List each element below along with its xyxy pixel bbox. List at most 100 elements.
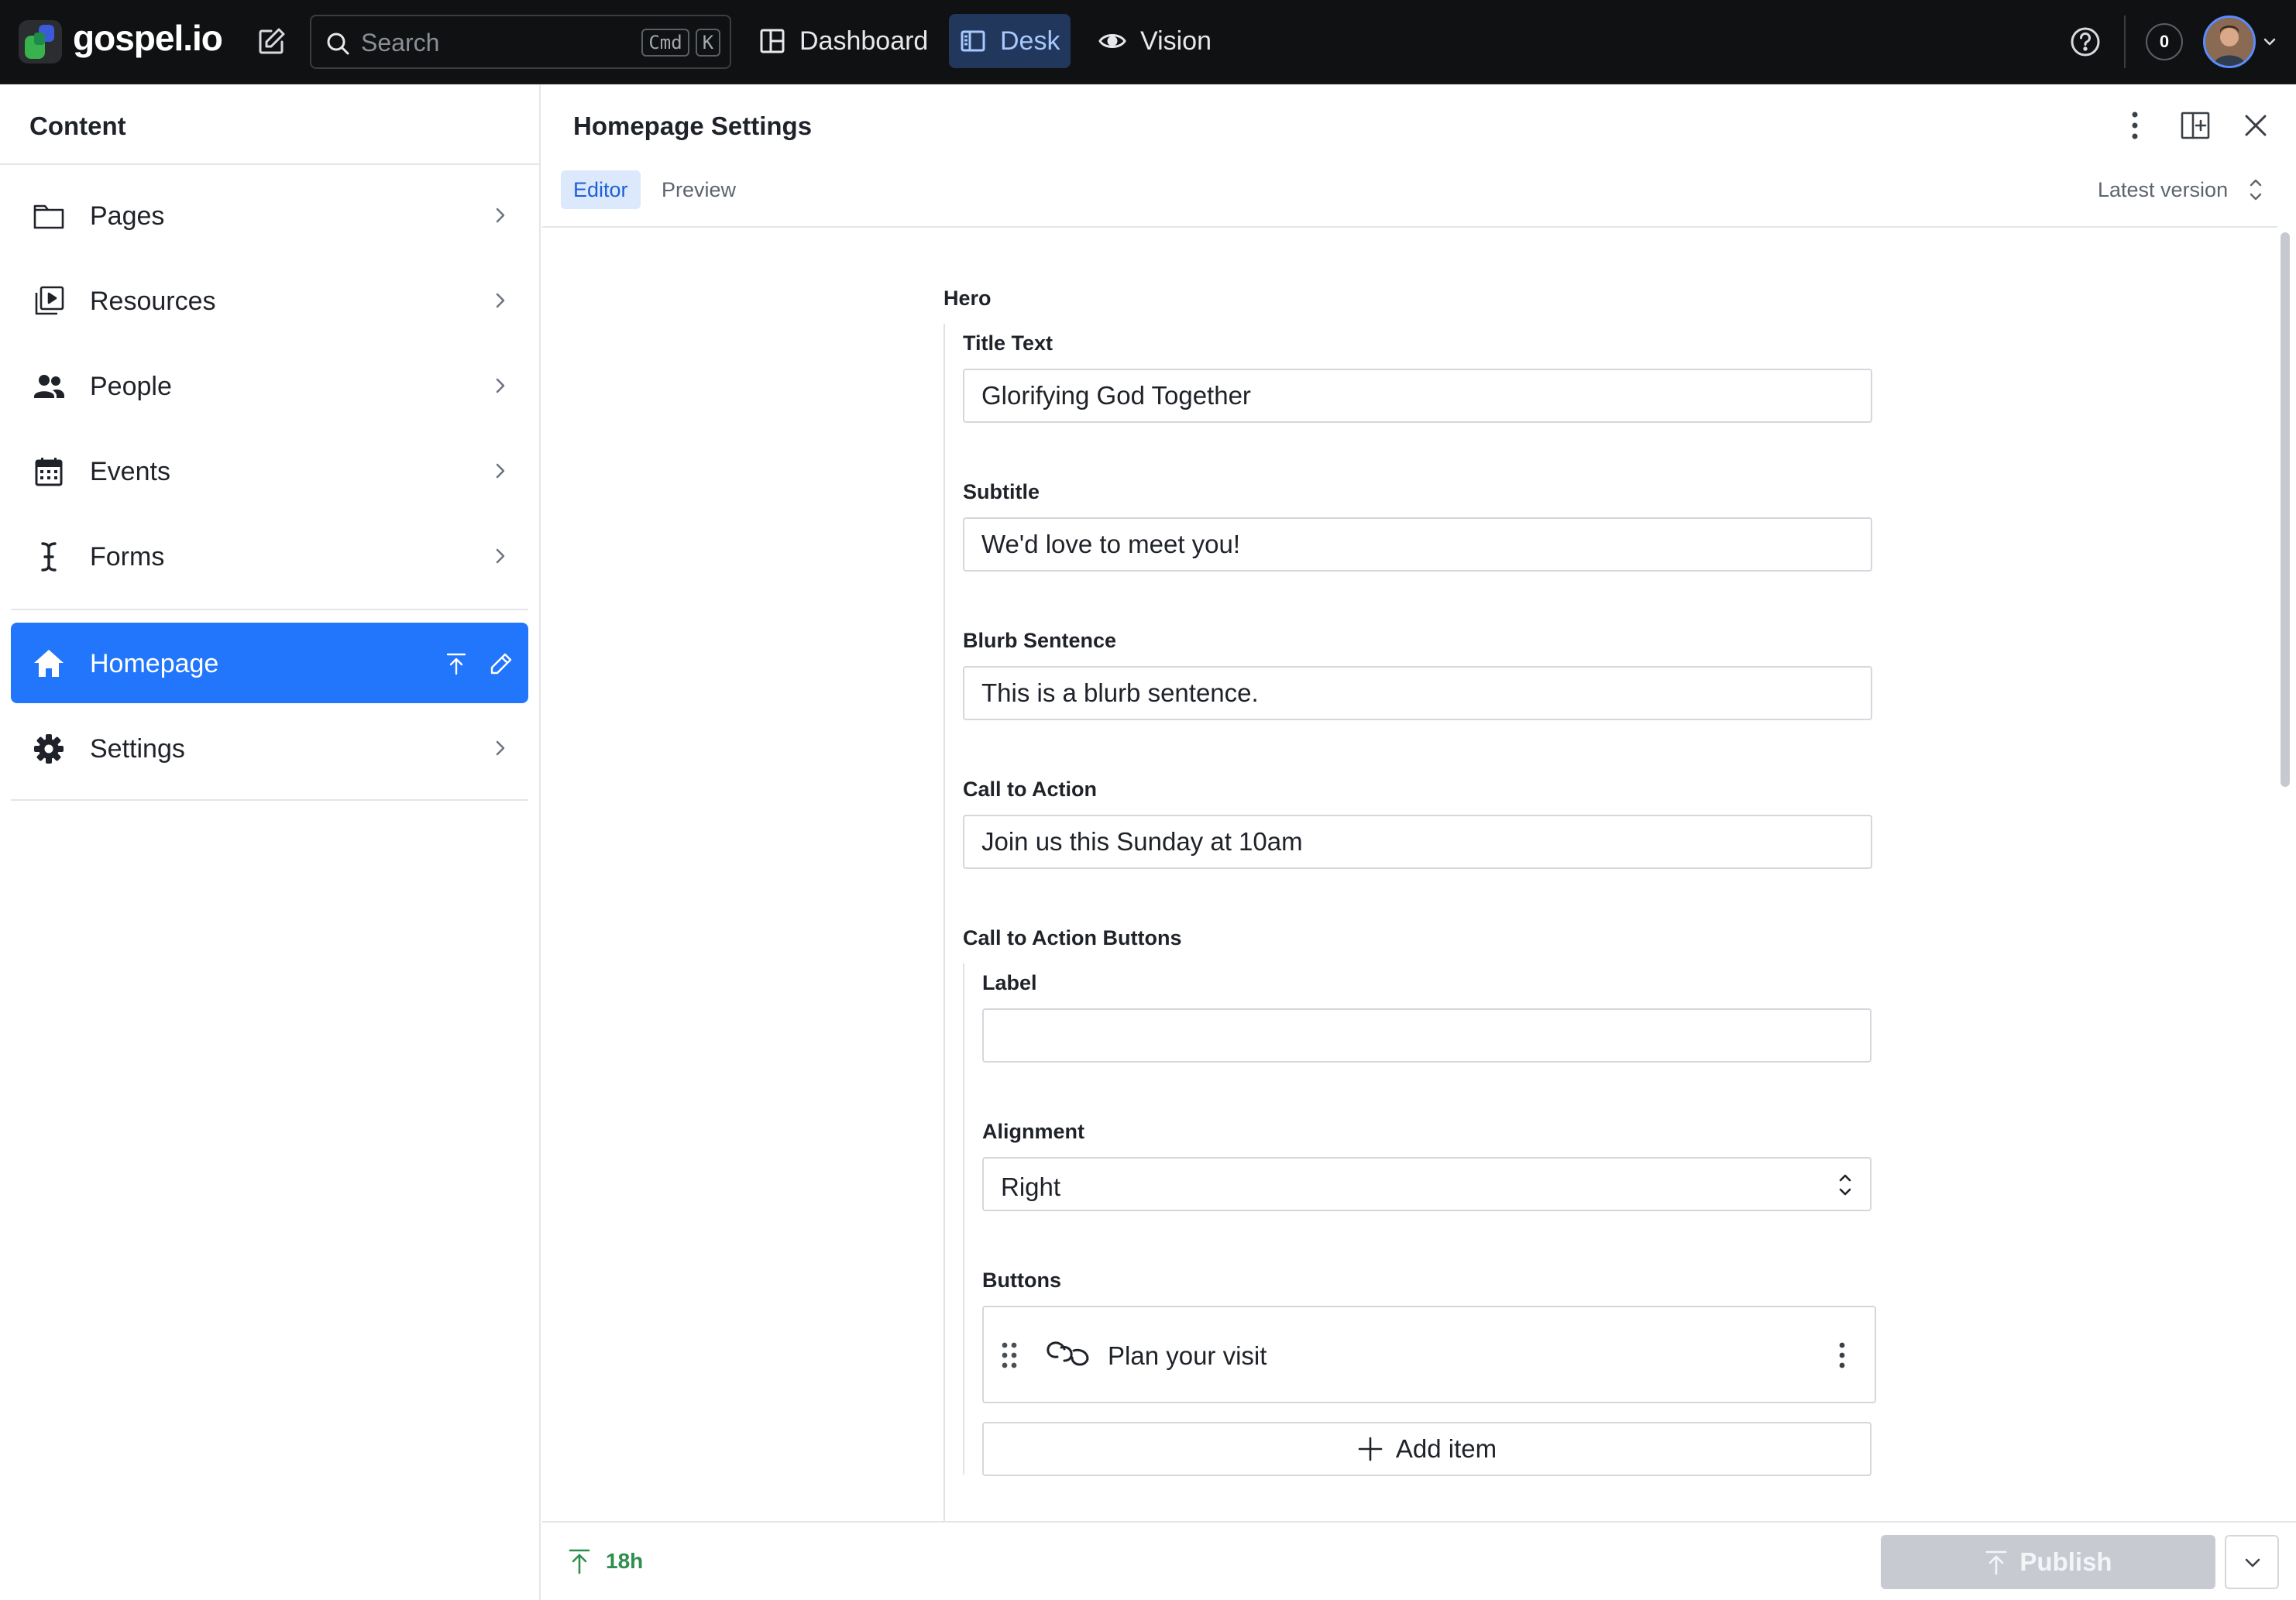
split-pane-icon[interactable]: [2180, 110, 2211, 141]
list-item[interactable]: Plan your visit: [982, 1306, 1876, 1403]
button-label-input[interactable]: [982, 1008, 1872, 1063]
dashboard-icon: [760, 29, 785, 53]
publish-button[interactable]: Publish: [1881, 1535, 2215, 1589]
publish-label: Publish: [2019, 1547, 2112, 1576]
plus-icon: [1358, 1437, 1383, 1461]
help-icon[interactable]: [2068, 25, 2102, 59]
avatar[interactable]: [2203, 15, 2256, 68]
tab-preview[interactable]: Preview: [649, 170, 748, 209]
eye-icon: [1098, 34, 1126, 48]
alignment-select[interactable]: Right: [982, 1157, 1872, 1211]
media-library-icon: [35, 286, 64, 315]
tab-editor[interactable]: Editor: [561, 170, 641, 209]
sidebar-item-label: Settings: [90, 734, 185, 764]
shortcut-k-key: K: [696, 29, 720, 57]
close-icon[interactable]: [2240, 110, 2271, 141]
publish-status: 18h: [567, 1547, 643, 1575]
button-label-label: Label: [982, 971, 1037, 994]
sidebar-item-resources[interactable]: Resources: [11, 260, 528, 341]
folder-icon: [33, 204, 64, 229]
scrollbar-thumb[interactable]: [2281, 232, 2290, 787]
home-icon: [34, 650, 64, 677]
tab-vision[interactable]: Vision: [1088, 14, 1222, 68]
desk-icon: [961, 30, 985, 52]
sidebar-item-label: Homepage: [90, 649, 219, 678]
search-input[interactable]: [361, 26, 624, 60]
chevron-right-icon: [496, 293, 505, 308]
sidebar-item-label: People: [90, 372, 172, 401]
title-text-label: Title Text: [963, 331, 1053, 355]
alignment-value: Right: [1001, 1173, 1061, 1201]
subtitle-input[interactable]: [963, 517, 1872, 572]
tab-desk-label: Desk: [1000, 26, 1060, 56]
sidebar-item-events[interactable]: Events: [11, 431, 528, 511]
app-logo-text[interactable]: gospel.io: [73, 17, 223, 59]
chevron-down-icon: [2245, 1558, 2260, 1567]
add-item-button[interactable]: Add item: [982, 1422, 1872, 1476]
search-box[interactable]: Cmd K: [310, 15, 731, 69]
divider: [11, 609, 528, 610]
topbar-divider: [2124, 15, 2126, 68]
compose-icon[interactable]: [256, 26, 287, 57]
hero-nest-line: [943, 324, 945, 1521]
subtitle-label: Subtitle: [963, 480, 1040, 503]
search-icon: [327, 33, 349, 55]
tab-vision-label: Vision: [1140, 26, 1212, 56]
sidebar-item-homepage[interactable]: Homepage: [11, 623, 528, 703]
buttons-label: Buttons: [982, 1269, 1061, 1292]
cta-buttons-label: Call to Action Buttons: [963, 926, 1182, 949]
chevron-right-icon: [496, 208, 505, 223]
version-selector[interactable]: Latest version: [2098, 178, 2228, 202]
publish-icon[interactable]: [443, 651, 469, 677]
divider: [11, 799, 528, 801]
more-vertical-icon[interactable]: [1837, 1341, 1847, 1369]
chevron-up-down-icon[interactable]: [2246, 177, 2265, 203]
publish-icon: [1986, 1550, 2007, 1575]
add-item-label: Add item: [1395, 1434, 1497, 1463]
more-vertical-icon[interactable]: [2119, 108, 2150, 142]
sidebar-title: Content: [29, 112, 126, 140]
status-time: 18h: [606, 1549, 644, 1573]
sidebar-item-pages[interactable]: Pages: [11, 175, 528, 256]
logo-icon[interactable]: [19, 20, 62, 64]
shortcut-cmd-key: Cmd: [641, 29, 689, 57]
sidebar-item-label: Pages: [90, 201, 165, 231]
alignment-label: Alignment: [982, 1120, 1084, 1143]
text-cursor-icon: [41, 542, 57, 572]
publish-options-button[interactable]: [2225, 1535, 2279, 1589]
calendar-icon: [35, 458, 63, 486]
tab-dashboard-label: Dashboard: [799, 26, 929, 56]
blurb-sentence-input[interactable]: [963, 666, 1872, 720]
sidebar-item-people[interactable]: People: [11, 345, 528, 426]
drag-handle-icon[interactable]: [1001, 1341, 1018, 1369]
divider: [0, 163, 541, 165]
title-text-input[interactable]: [963, 369, 1872, 423]
tab-dashboard[interactable]: Dashboard: [748, 14, 939, 68]
chevron-right-icon: [496, 378, 505, 393]
cta-buttons-nest-line: [963, 963, 964, 1475]
call-to-action-label: Call to Action: [963, 778, 1097, 801]
top-bar: gospel.io Cmd K Dashboard Desk Vision: [0, 0, 2296, 84]
people-icon: [34, 375, 64, 398]
gear-icon: [34, 734, 64, 764]
pencil-icon[interactable]: [488, 651, 514, 677]
notification-badge[interactable]: 0: [2146, 23, 2183, 60]
divider: [542, 226, 2277, 228]
chevron-right-icon: [496, 740, 505, 756]
sidebar-item-forms[interactable]: Forms: [11, 516, 528, 596]
link-icon: [1047, 1341, 1089, 1366]
page-title: Homepage Settings: [573, 112, 813, 140]
sidebar: Content Pages Resources People Events Fo…: [0, 85, 541, 1600]
chevron-right-icon: [496, 463, 505, 479]
chevron-right-icon: [496, 548, 505, 564]
sidebar-item-label: Resources: [90, 287, 216, 316]
call-to-action-input[interactable]: [963, 815, 1872, 869]
chevron-down-icon[interactable]: [2262, 34, 2277, 50]
sidebar-item-label: Forms: [90, 542, 165, 572]
list-item-label: Plan your visit: [1108, 1341, 1267, 1370]
blurb-sentence-label: Blurb Sentence: [963, 629, 1117, 652]
sidebar-item-settings[interactable]: Settings: [11, 708, 528, 788]
sidebar-item-label: Events: [90, 457, 170, 486]
tab-desk[interactable]: Desk: [949, 14, 1071, 68]
chevron-up-down-icon: [1839, 1174, 1851, 1196]
